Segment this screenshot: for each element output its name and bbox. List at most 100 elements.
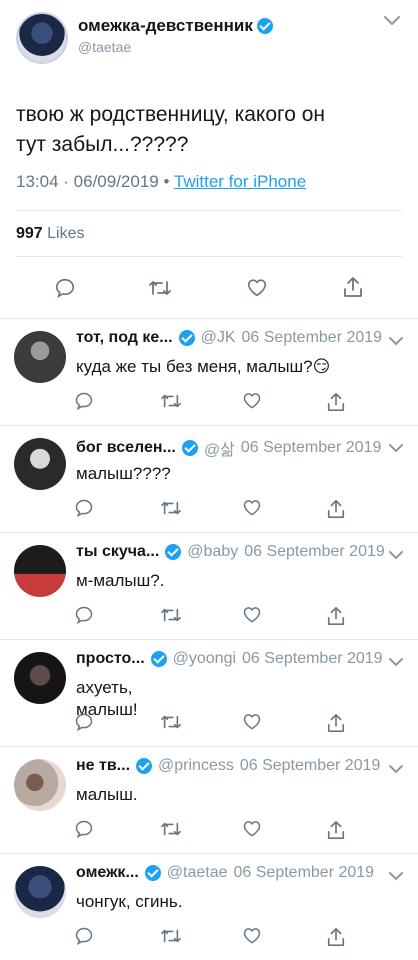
verified-badge-icon xyxy=(181,440,198,456)
like-icon[interactable] xyxy=(242,605,262,625)
chevron-down-icon[interactable] xyxy=(388,442,404,454)
reply-icon[interactable] xyxy=(54,277,76,299)
chevron-down-icon[interactable] xyxy=(388,656,404,668)
reply-text: м-малыш?. xyxy=(76,571,165,590)
reply-header: просто... @yoongi 06 September 2019 xyxy=(76,650,386,668)
reply-icon[interactable] xyxy=(74,712,94,732)
reply-handle[interactable]: @yoongi xyxy=(173,650,236,668)
reply-tweet[interactable]: не тв... @princess 06 September 2019 мал… xyxy=(0,746,418,853)
share-icon[interactable] xyxy=(326,926,346,948)
reply-text-body: куда же ты без меня, малыш? xyxy=(76,357,313,376)
reply-display-name[interactable]: омежк... xyxy=(76,864,139,882)
likes-label: Likes xyxy=(47,225,85,242)
chevron-down-icon[interactable] xyxy=(388,870,404,882)
chevron-down-icon[interactable] xyxy=(388,549,404,561)
like-icon[interactable] xyxy=(242,926,262,946)
tweet-text-line: твою ж родственницу, какого он xyxy=(16,103,325,126)
avatar[interactable] xyxy=(14,759,66,811)
reply-display-name[interactable]: просто... xyxy=(76,650,145,668)
reply-tweet[interactable]: просто... @yoongi 06 September 2019 ахуе… xyxy=(0,639,418,746)
reply-actions xyxy=(0,605,418,627)
reply-icon[interactable] xyxy=(74,605,94,625)
avatar[interactable] xyxy=(14,866,66,918)
retweet-icon[interactable] xyxy=(160,926,182,946)
share-icon[interactable] xyxy=(326,391,346,413)
main-tweet: омежка-девственник @taetae твою ж родств… xyxy=(0,0,418,312)
avatar[interactable] xyxy=(14,331,66,383)
reply-handle[interactable]: @princess xyxy=(158,757,234,775)
retweet-icon[interactable] xyxy=(160,498,182,518)
verified-badge-icon xyxy=(165,544,182,560)
reply-actions xyxy=(0,926,418,948)
reply-date: 06 September 2019 xyxy=(240,439,382,456)
reply-text: малыш???? xyxy=(76,464,171,483)
verified-badge-icon xyxy=(178,330,195,346)
tweet-text: твою ж родственницу, какого он тут забыл… xyxy=(16,100,396,160)
like-icon[interactable] xyxy=(242,819,262,839)
reply-header: тот, под ке... @JK 06 September 2019 xyxy=(76,329,386,347)
reply-tweet[interactable]: омежк... @taetae 06 September 2019 чонгу… xyxy=(0,853,418,960)
share-icon[interactable] xyxy=(326,498,346,520)
reply-handle[interactable]: @taetae xyxy=(167,864,228,882)
like-icon[interactable] xyxy=(242,391,262,411)
reply-display-name[interactable]: бог вселен... xyxy=(76,439,176,457)
chevron-down-icon[interactable] xyxy=(388,335,404,347)
verified-badge-icon xyxy=(256,18,273,34)
reply-display-name[interactable]: тот, под ке... xyxy=(76,329,173,347)
verified-badge-icon xyxy=(150,651,167,667)
reply-display-name[interactable]: не тв... xyxy=(76,757,130,775)
divider xyxy=(16,256,402,257)
reply-header: бог вселен... @삶 06 September 2019 xyxy=(76,436,386,460)
reply-text: куда же ты без меня, малыш?😏 xyxy=(76,356,330,378)
chevron-down-icon[interactable] xyxy=(382,14,402,28)
divider xyxy=(16,210,402,211)
tweet-date: 06/09/2019 xyxy=(73,172,159,191)
reply-handle[interactable]: @삶 xyxy=(204,436,235,460)
reply-actions xyxy=(0,391,418,413)
avatar[interactable] xyxy=(14,652,66,704)
reply-actions xyxy=(0,498,418,520)
reply-actions xyxy=(0,819,418,841)
verified-badge-icon xyxy=(136,758,153,774)
retweet-icon[interactable] xyxy=(160,819,182,839)
user-handle[interactable]: @taetae xyxy=(78,39,131,55)
reply-icon[interactable] xyxy=(74,391,94,411)
display-name[interactable]: омежка-девственник xyxy=(78,16,273,36)
reply-handle[interactable]: @JK xyxy=(201,329,236,347)
reply-tweet[interactable]: ты скуча... @baby 06 September 2019 м-ма… xyxy=(0,532,418,639)
reply-tweet[interactable]: тот, под ке... @JK 06 September 2019 куд… xyxy=(0,318,418,425)
chevron-down-icon[interactable] xyxy=(388,763,404,775)
reply-header: ты скуча... @baby 06 September 2019 xyxy=(76,543,386,561)
share-icon[interactable] xyxy=(326,819,346,841)
likes-number: 997 xyxy=(16,225,43,242)
reply-handle[interactable]: @baby xyxy=(187,543,238,561)
reply-date: 06 September 2019 xyxy=(242,650,383,667)
share-icon[interactable] xyxy=(342,275,364,299)
like-icon[interactable] xyxy=(242,498,262,518)
like-icon[interactable] xyxy=(242,712,262,732)
retweet-icon[interactable] xyxy=(160,391,182,411)
share-icon[interactable] xyxy=(326,712,346,734)
tweet-time: 13:04 xyxy=(16,172,59,191)
avatar[interactable] xyxy=(14,545,66,597)
reply-header: не тв... @princess 06 September 2019 xyxy=(76,757,386,775)
avatar[interactable] xyxy=(14,438,66,490)
reply-date: 06 September 2019 xyxy=(239,757,381,774)
reply-tweet[interactable]: бог вселен... @삶 06 September 2019 малыш… xyxy=(0,425,418,532)
avatar[interactable] xyxy=(16,12,68,64)
likes-count[interactable]: 997 Likes xyxy=(16,225,85,243)
reply-icon[interactable] xyxy=(74,819,94,839)
tweet-actions xyxy=(0,275,418,303)
reply-display-name[interactable]: ты скуча... xyxy=(76,543,159,561)
reply-icon[interactable] xyxy=(74,498,94,518)
retweet-icon[interactable] xyxy=(148,277,172,299)
reply-date: 06 September 2019 xyxy=(241,329,383,346)
reply-text-line: ахуеть, xyxy=(76,678,133,697)
tweet-text-line: тут забыл...????? xyxy=(16,133,189,156)
share-icon[interactable] xyxy=(326,605,346,627)
reply-icon[interactable] xyxy=(74,926,94,946)
retweet-icon[interactable] xyxy=(160,712,182,732)
tweet-source-link[interactable]: Twitter for iPhone xyxy=(174,172,306,191)
retweet-icon[interactable] xyxy=(160,605,182,625)
like-icon[interactable] xyxy=(246,277,268,299)
